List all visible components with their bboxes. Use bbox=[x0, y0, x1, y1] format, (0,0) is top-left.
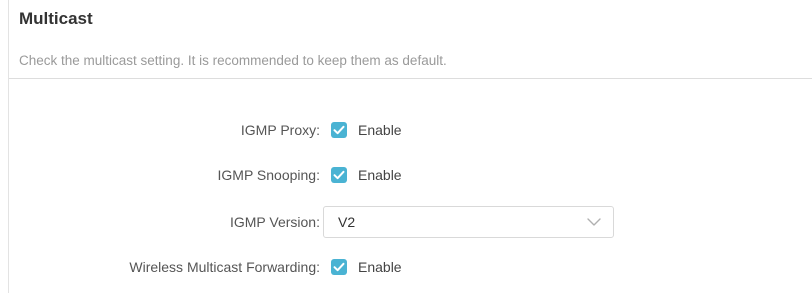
igmp-proxy-row: IGMP Proxy: Enable bbox=[9, 113, 812, 147]
multicast-panel: Multicast Check the multicast setting. I… bbox=[8, 0, 812, 293]
igmp-proxy-label: IGMP Proxy: bbox=[240, 122, 320, 138]
chevron-down-icon bbox=[587, 218, 601, 226]
igmp-proxy-checkbox[interactable]: Enable bbox=[331, 122, 402, 138]
igmp-snooping-enable-label: Enable bbox=[358, 167, 402, 183]
checkmark-icon bbox=[331, 122, 347, 138]
igmp-version-select[interactable]: V2 bbox=[323, 206, 614, 238]
igmp-proxy-enable-label: Enable bbox=[358, 122, 402, 138]
checkmark-icon bbox=[331, 259, 347, 275]
igmp-snooping-label: IGMP Snooping: bbox=[217, 167, 320, 183]
divider bbox=[9, 78, 812, 79]
wireless-multicast-forwarding-enable-label: Enable bbox=[358, 259, 402, 275]
wireless-multicast-forwarding-row: Wireless Multicast Forwarding: Enable bbox=[9, 250, 812, 284]
section-description: Check the multicast setting. It is recom… bbox=[19, 53, 447, 68]
igmp-snooping-checkbox[interactable]: Enable bbox=[331, 167, 402, 183]
igmp-snooping-row: IGMP Snooping: Enable bbox=[9, 158, 812, 192]
section-title: Multicast bbox=[19, 9, 93, 28]
checkmark-icon bbox=[331, 167, 347, 183]
wireless-multicast-forwarding-label: Wireless Multicast Forwarding: bbox=[129, 259, 320, 275]
igmp-version-row: IGMP Version: V2 bbox=[9, 205, 812, 239]
wireless-multicast-forwarding-checkbox[interactable]: Enable bbox=[331, 259, 402, 275]
igmp-version-label: IGMP Version: bbox=[229, 214, 320, 230]
igmp-version-value: V2 bbox=[338, 214, 356, 230]
